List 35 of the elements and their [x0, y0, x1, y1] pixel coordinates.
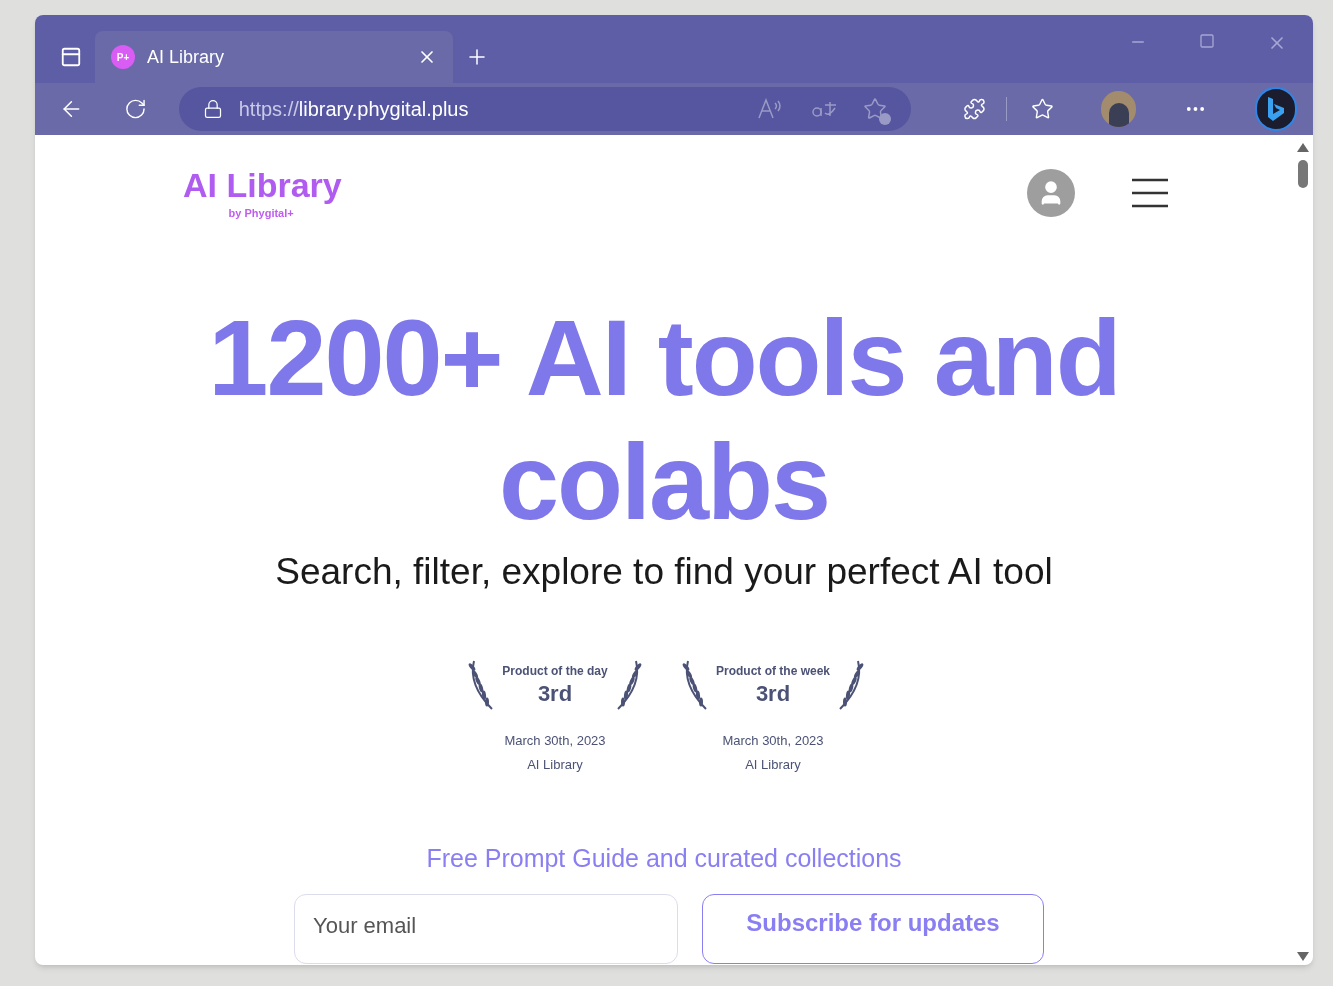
user-avatar-icon[interactable]: [1027, 169, 1075, 218]
read-aloud-icon[interactable]: [756, 98, 783, 120]
hero-title: 1200+ AI tools and colabs: [207, 295, 1121, 544]
award-rank: 3rd: [755, 680, 791, 708]
tab-title: AI Library: [147, 45, 226, 69]
refresh-icon[interactable]: [123, 97, 147, 121]
browser-tab[interactable]: P+ AI Library: [95, 31, 453, 83]
hero-subtitle: Search, filter, explore to find your perfect AI tool: [275, 549, 1053, 594]
award-label: Product of the day: [502, 663, 608, 681]
award-product: AI Library: [527, 755, 583, 774]
address-bar[interactable]: https://library.phygital.plus: [178, 87, 911, 131]
scroll-up-icon[interactable]: [1297, 143, 1309, 152]
award-date: March 30th, 2023: [504, 732, 606, 750]
extensions-icon[interactable]: [962, 97, 986, 121]
profile-avatar[interactable]: [1101, 91, 1136, 127]
lock-icon: [202, 99, 223, 119]
award-label: Product of the week: [716, 663, 830, 681]
award-product: AI Library: [745, 755, 801, 774]
logo-subtitle: by Phygital+: [228, 206, 294, 221]
award-date: March 30th, 2023: [722, 732, 824, 750]
scrollbar-thumb[interactable]: [1298, 160, 1308, 188]
favorites-icon[interactable]: [1030, 97, 1054, 121]
logo[interactable]: AI Library: [183, 165, 342, 205]
subscribe-heading: Free Prompt Guide and curated collections: [426, 843, 902, 874]
award-badge[interactable]: Product of the day 3rd: [466, 659, 644, 711]
url-text: https://library.phygital.plus: [238, 97, 469, 122]
favicon: P+: [111, 45, 135, 69]
award-rank: 3rd: [537, 680, 573, 708]
award-badge[interactable]: Product of the week 3rd: [680, 659, 866, 711]
email-input: Your email: [313, 908, 659, 942]
copilot-icon[interactable]: [1254, 87, 1297, 131]
email-field[interactable]: Your email: [294, 893, 678, 964]
menu-icon[interactable]: [1131, 178, 1169, 209]
subscribe-button[interactable]: Subscribe for updates: [702, 893, 1044, 964]
scroll-down-icon[interactable]: [1297, 952, 1309, 961]
